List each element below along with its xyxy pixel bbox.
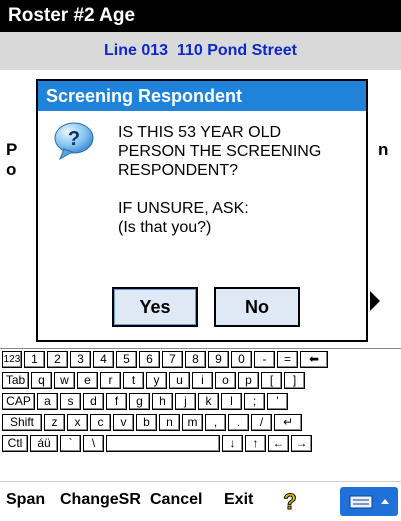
app-title-bar: Roster #2 Age [0,0,401,32]
key-7[interactable]: 7 [162,351,183,368]
key-w[interactable]: w [54,372,75,389]
key-backtick[interactable]: ` [60,435,81,452]
key-8[interactable]: 8 [185,351,206,368]
dialog-title: Screening Respondent [38,81,366,111]
record-line-address: Line 013 110 Pond Street [104,42,297,59]
cancel-menu[interactable]: Cancel [150,491,202,509]
key-left-bracket[interactable]: [ [261,372,282,389]
key-m[interactable]: m [182,414,203,431]
bottom-menu-bar: Span ChangeSR Cancel Exit ? [0,481,401,519]
key-apostrophe[interactable]: ' [267,393,288,410]
key-6[interactable]: 6 [139,351,160,368]
key-9[interactable]: 9 [208,351,229,368]
key-equals[interactable]: = [277,351,298,368]
key-shift[interactable]: Shift [2,414,42,431]
key-k[interactable]: k [198,393,219,410]
arrow-down-key[interactable]: ↓ [222,435,243,452]
key-l[interactable]: l [221,393,242,410]
key-4[interactable]: 4 [93,351,114,368]
key-ctl[interactable]: Ctl [2,435,28,452]
span-menu[interactable]: Span [6,491,45,509]
key-right-bracket[interactable]: ] [284,372,305,389]
key-comma[interactable]: , [205,414,226,431]
keyboard-toggle-button[interactable] [340,487,398,516]
key-5[interactable]: 5 [116,351,137,368]
dialog-line: RESPONDENT? [118,162,239,179]
arrow-up-key[interactable]: ↑ [245,435,266,452]
key-c[interactable]: c [90,414,111,431]
key-backslash[interactable]: \ [83,435,104,452]
exit-menu[interactable]: Exit [224,491,253,509]
key-3[interactable]: 3 [70,351,91,368]
key-h[interactable]: h [152,393,173,410]
key-b[interactable]: b [136,414,157,431]
key-p[interactable]: p [238,372,259,389]
key-e[interactable]: e [77,372,98,389]
dialog-line: PERSON THE SCREENING [118,143,322,160]
background-text-right: n [378,140,389,159]
key-v[interactable]: v [113,414,134,431]
key-d[interactable]: d [83,393,104,410]
on-screen-keyboard: 123 1 2 3 4 5 6 7 8 9 0 - = ⬅ Tab q w e … [0,348,401,479]
key-z[interactable]: z [44,414,65,431]
key-u[interactable]: u [169,372,190,389]
key-tab[interactable]: Tab [2,372,29,389]
help-icon[interactable]: ? [278,489,302,513]
key-j[interactable]: j [175,393,196,410]
space-key[interactable] [106,435,220,452]
key-1[interactable]: 1 [24,351,45,368]
key-r[interactable]: r [100,372,121,389]
app-title: Roster #2 Age [8,5,136,26]
background-text-left-2: o [6,160,17,179]
key-slash[interactable]: / [251,414,272,431]
key-s[interactable]: s [60,393,81,410]
key-g[interactable]: g [129,393,150,410]
key-2[interactable]: 2 [47,351,68,368]
no-button[interactable]: No [214,287,300,327]
svg-text:?: ? [283,489,296,513]
key-i[interactable]: i [192,372,213,389]
dialog-line: IS THIS 53 YEAR OLD [118,124,282,141]
enter-key[interactable]: ↵ [274,414,302,431]
key-t[interactable]: t [123,372,144,389]
key-y[interactable]: y [146,372,167,389]
question-icon: ? [54,122,94,161]
key-o[interactable]: o [215,372,236,389]
dialog-line: (Is that you?) [118,219,212,236]
backspace-key[interactable]: ⬅ [300,351,328,368]
key-a[interactable]: a [37,393,58,410]
key-q[interactable]: q [31,372,52,389]
arrow-left-key[interactable]: ← [268,435,289,452]
key-x[interactable]: x [67,414,88,431]
key-semicolon[interactable]: ; [244,393,265,410]
changesr-menu[interactable]: ChangeSR [60,491,141,509]
dialog-line: IF UNSURE, ASK: [118,200,249,217]
arrow-right-key[interactable]: → [291,435,312,452]
key-n[interactable]: n [159,414,180,431]
screening-respondent-dialog: Screening Respondent ? IS THIS 53 YEAR O… [36,79,368,342]
background-text-left: P [6,140,18,159]
key-period[interactable]: . [228,414,249,431]
yes-button[interactable]: Yes [112,287,198,327]
key-f[interactable]: f [106,393,127,410]
key-accents[interactable]: áü [30,435,58,452]
next-arrow-icon[interactable] [370,291,380,311]
dialog-message: IS THIS 53 YEAR OLD PERSON THE SCREENING… [118,123,358,237]
record-subheader: Line 013 110 Pond Street [0,32,401,70]
key-minus[interactable]: - [254,351,275,368]
keyboard-icon [349,495,389,509]
key-caps[interactable]: CAP [2,393,35,410]
key-123[interactable]: 123 [2,351,22,368]
svg-text:?: ? [68,128,80,150]
key-0[interactable]: 0 [231,351,252,368]
